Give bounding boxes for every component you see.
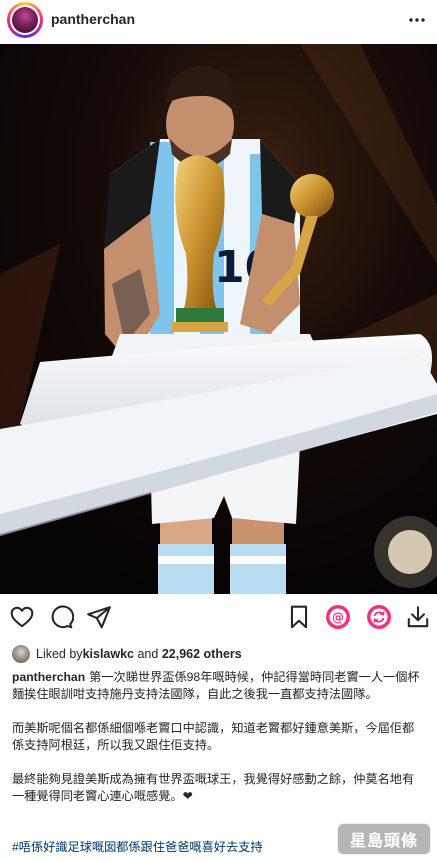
username-link[interactable]: pantherchan <box>51 11 135 27</box>
post-header: pantherchan <box>0 0 437 44</box>
more-horizontal-icon[interactable] <box>407 10 427 30</box>
comment-icon[interactable] <box>48 604 74 630</box>
threads-circle-icon[interactable]: @ <box>325 604 351 630</box>
heart-icon[interactable] <box>9 604 35 630</box>
likes-middle: and <box>134 647 162 661</box>
caption-paragraph: 而美斯呢個名都係細個喺老竇口中認識，知道老竇都好鍾意美斯，今屆佢都係支持阿根廷，… <box>12 721 415 752</box>
caption-paragraph: pantherchan 第一次睇世界盃係98年嘅時候，仲記得當時同老竇一人一個杯麵… <box>12 670 420 701</box>
likes-summary: Liked by kislawkc and 22,962 others <box>12 644 242 664</box>
action-bar: @ <box>0 598 437 638</box>
likes-count[interactable]: 22,962 others <box>162 647 242 661</box>
likes-prefix: Liked by <box>36 647 83 661</box>
post-caption: pantherchan 第一次睇世界盃係98年嘅時候，仲記得當時同老竇一人一個杯麵… <box>12 669 426 822</box>
post-photo[interactable]: 10 <box>0 44 437 594</box>
caption-hashtag[interactable]: #唔係好識足球嘅囡都係跟住爸爸嘅喜好去支持 <box>12 837 263 855</box>
caption-username[interactable]: pantherchan <box>12 670 85 684</box>
download-icon[interactable] <box>405 604 431 630</box>
profile-avatar[interactable] <box>7 2 43 38</box>
send-icon[interactable] <box>86 604 112 630</box>
svg-text:@: @ <box>332 611 344 625</box>
bookmark-icon[interactable] <box>286 604 312 630</box>
liker-username[interactable]: kislawkc <box>83 647 134 661</box>
refresh-circle-icon[interactable] <box>366 604 392 630</box>
caption-paragraph: 最終能夠見證美斯成為擁有世界盃嘅球王，我覺得好感動之餘，仲莫名地有一種覺得同老竇… <box>12 772 415 803</box>
watermark-logo: 星島頭條 <box>337 823 431 855</box>
liker-avatar[interactable] <box>12 645 30 663</box>
